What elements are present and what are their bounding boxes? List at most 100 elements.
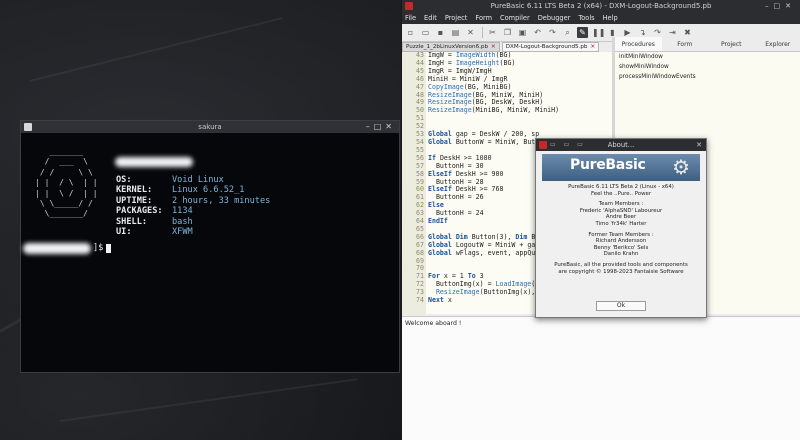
- code-text: ElseIf DeskH >= 768: [428, 185, 504, 194]
- about-dialog[interactable]: ▭ ▭ ▭ About... ✕ PureBasic ⚙ PureBasic 6…: [535, 138, 707, 318]
- save-icon[interactable]: ▪: [435, 27, 446, 38]
- maximize-icon[interactable]: □: [774, 2, 786, 10]
- close-icon[interactable]: ✕: [696, 139, 702, 151]
- tab-explorer[interactable]: Explorer: [755, 37, 800, 51]
- close-tab-icon[interactable]: ✕: [491, 44, 496, 50]
- tab-procedures[interactable]: Procedures: [615, 37, 662, 51]
- info-value: XFWM: [172, 227, 193, 238]
- paste-icon[interactable]: ▣: [517, 27, 528, 38]
- purebasic-app-icon: [539, 141, 547, 149]
- info-key: SHELL:: [116, 216, 148, 227]
- wallpaper-stroke: [59, 378, 358, 422]
- code-text: ResizeImage(BG, MiniW, MiniH): [428, 90, 544, 99]
- code-line[interactable]: 51: [404, 114, 559, 123]
- code-text: Else: [428, 201, 444, 210]
- find-icon[interactable]: ⌕: [562, 27, 573, 38]
- terminal-titlebar[interactable]: sakura –□✕: [21, 121, 399, 133]
- info-key: PACKAGES:: [116, 206, 163, 217]
- window-controls[interactable]: –□✕: [366, 121, 396, 133]
- redo-icon[interactable]: ↷: [547, 27, 558, 38]
- cut-icon[interactable]: ✂: [487, 27, 498, 38]
- wallpaper-stroke: [29, 17, 283, 82]
- about-line: Former Team Members :: [588, 231, 654, 238]
- void-logo-ascii: _______ / ___ \ / / \ \ | | / \ | | | | …: [35, 147, 98, 219]
- procedure-item[interactable]: initMiniWindow: [619, 52, 800, 62]
- minimize-icon[interactable]: –: [366, 122, 374, 131]
- about-title: About...: [607, 141, 635, 149]
- minimize-icon[interactable]: –: [765, 2, 774, 10]
- code-text: ImgR = ImgW/ImgH: [428, 66, 492, 75]
- code-text: ButtonImg(x) = LoadImage(a: [435, 280, 539, 289]
- about-line: Andre Beer: [605, 214, 637, 221]
- close-file-icon[interactable]: ✕: [465, 27, 476, 38]
- tab-label: Puzzle_1_2bLinuxVersion6.pb: [406, 44, 489, 50]
- about-line: PureBasic 6.11 LTS Beta 2 (Linux - x64): [568, 184, 674, 190]
- dialog-window-buttons[interactable]: ▭ ▭ ▭: [550, 139, 586, 151]
- ok-button[interactable]: Ok: [596, 301, 646, 311]
- ide-titlebar[interactable]: PureBasic 6.11 LTS Beta 2 (x64) - DXM-Lo…: [402, 0, 800, 12]
- ide-title: PureBasic 6.11 LTS Beta 2 (x64) - DXM-Lo…: [490, 2, 712, 10]
- about-titlebar[interactable]: ▭ ▭ ▭ About... ✕: [536, 139, 706, 151]
- undo-icon[interactable]: ↶: [532, 27, 543, 38]
- code-line[interactable]: 50 ResizeImage(MiniBG, MiniW, MiniH): [404, 106, 559, 115]
- procedure-item[interactable]: showMiniWindow: [619, 62, 800, 72]
- tab-form[interactable]: Form: [662, 37, 709, 51]
- debugger-toggle-icon[interactable]: ✎: [577, 27, 588, 38]
- about-line: Frederic 'AlphaSND' Laboureur: [579, 207, 663, 214]
- menu-project[interactable]: Project: [445, 12, 468, 24]
- tab-project[interactable]: Project: [708, 37, 755, 51]
- tab-puzzle-file[interactable]: Puzzle_1_2bLinuxVersion6.pb ✕: [402, 42, 500, 52]
- about-line: Team Members :: [598, 201, 644, 208]
- panel-tabs: Procedures Form Project Explorer: [615, 37, 800, 52]
- shell-prompt[interactable]: ]$: [21, 243, 112, 254]
- pause-icon[interactable]: ❚❚: [592, 27, 605, 38]
- tab-logout-background[interactable]: DXM-Logout-Background5.pb ✕: [501, 42, 600, 52]
- code-text: ElseIf DeskH >= 900: [428, 169, 504, 178]
- menu-file[interactable]: File: [405, 12, 416, 24]
- maximize-icon[interactable]: □: [374, 122, 386, 131]
- procedure-item[interactable]: processMiniWindowEvents: [619, 72, 800, 82]
- text-cursor: [106, 244, 112, 253]
- code-text: Global Dim Button(3), Dim Bu: [428, 232, 539, 241]
- info-value: bash: [172, 216, 193, 227]
- close-tab-icon[interactable]: ✕: [590, 44, 595, 50]
- code-text: Global wFlags, event, appQui: [428, 248, 540, 257]
- new-file-icon[interactable]: ▫: [405, 27, 416, 38]
- info-row: OS: Void Linux: [116, 175, 270, 185]
- menu-tools[interactable]: Tools: [578, 12, 594, 24]
- info-key: UPTIME:: [116, 195, 153, 206]
- tab-label: DXM-Logout-Background5.pb: [505, 44, 588, 50]
- copy-icon[interactable]: ❐: [502, 27, 513, 38]
- code-text: ButtonH = 24: [435, 209, 484, 218]
- menu-form[interactable]: Form: [475, 12, 492, 24]
- save-all-icon[interactable]: ▤: [450, 27, 461, 38]
- about-info-text: PureBasic 6.11 LTS Beta 2 (Linux - x64) F…: [536, 184, 706, 275]
- info-row: SHELL: bash: [116, 217, 270, 227]
- output-message: Welcome aboard !: [405, 320, 462, 327]
- close-icon[interactable]: ✕: [785, 2, 796, 10]
- menu-compiler[interactable]: Compiler: [500, 12, 530, 24]
- window-controls[interactable]: –□✕: [765, 0, 796, 12]
- terminal-body[interactable]: _______ / ___ \ / / \ \ | | / \ | | | | …: [21, 133, 399, 373]
- info-value: 2 hours, 33 minutes: [172, 195, 271, 206]
- menu-debugger[interactable]: Debugger: [538, 12, 571, 24]
- info-key: OS:: [116, 175, 132, 185]
- code-text: EndIf: [428, 217, 448, 226]
- info-key: KERNEL:: [116, 185, 153, 196]
- prompt-symbol: ]$: [93, 243, 104, 253]
- open-file-icon[interactable]: ▭: [420, 27, 431, 38]
- close-icon[interactable]: ✕: [385, 122, 396, 131]
- menu-edit[interactable]: Edit: [424, 12, 437, 24]
- about-line: Feel the ..Pure.. Power: [590, 190, 652, 197]
- menu-bar: File Edit Project Form Compiler Debugger…: [402, 12, 800, 24]
- terminal-window[interactable]: sakura –□✕ _______ / ___ \ / / \ \ | | /…: [20, 120, 400, 373]
- info-row: UI: XFWM: [116, 227, 270, 237]
- about-line: Benny 'Berikco' Sels: [593, 244, 649, 251]
- code-text: Global gap = DeskW / 200, sp: [428, 130, 540, 139]
- code-text: If DeskH >= 1080: [428, 153, 492, 162]
- toolbar-separator: [482, 27, 483, 38]
- file-tabs: Puzzle_1_2bLinuxVersion6.pb ✕ DXM-Logout-…: [402, 42, 612, 52]
- menu-help[interactable]: Help: [603, 12, 618, 24]
- code-text: ResizeImage(BG, DeskW, DeskH): [428, 98, 544, 107]
- output-panel[interactable]: Welcome aboard !: [402, 316, 800, 440]
